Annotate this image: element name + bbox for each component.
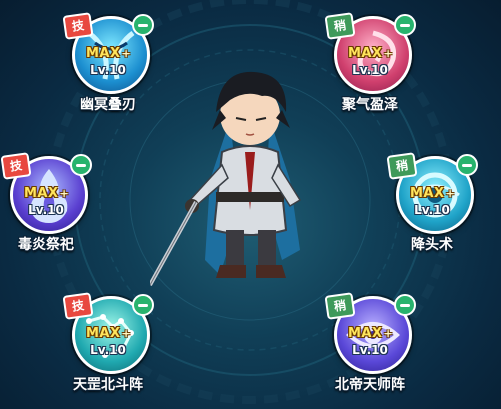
skill-level: Lv.10 <box>414 203 450 217</box>
skill-level: Lv.10 <box>352 343 388 357</box>
remove-skill-button[interactable] <box>132 14 154 36</box>
skill-screen: 技 MAX+ Lv.10 幽冥叠刃 稍 MAX+ Lv.10 聚气盈泽 技 MA… <box>0 0 501 409</box>
max-badge: MAX+ <box>348 46 394 61</box>
max-badge: MAX+ <box>410 186 456 201</box>
skill-level: Lv.10 <box>90 343 126 357</box>
remove-skill-button[interactable] <box>70 154 92 176</box>
skill-type-tag: 技 <box>62 292 94 320</box>
skill-slot[interactable]: 技 MAX+ Lv.10 天罡北斗阵 <box>62 290 164 400</box>
skill-name: 天罡北斗阵 <box>73 377 143 393</box>
skill-level: Lv.10 <box>352 63 388 77</box>
remove-skill-button[interactable] <box>456 154 478 176</box>
skill-name: 聚气盈泽 <box>342 97 398 113</box>
skill-name: 幽冥叠刃 <box>80 97 136 113</box>
skill-type-tag: 技 <box>0 152 32 180</box>
remove-skill-button[interactable] <box>132 294 154 316</box>
skill-slot[interactable]: 稍 MAX+ Lv.10 北帝天师阵 <box>324 290 426 400</box>
skill-type-tag: 稍 <box>386 152 418 180</box>
skill-slot[interactable]: 稍 MAX+ Lv.10 聚气盈泽 <box>324 10 426 120</box>
skill-level: Lv.10 <box>28 203 64 217</box>
max-badge: MAX+ <box>86 326 132 341</box>
max-badge: MAX+ <box>348 326 394 341</box>
skill-slot[interactable]: 技 MAX+ Lv.10 幽冥叠刃 <box>62 10 164 120</box>
skill-name: 北帝天师阵 <box>335 377 405 393</box>
skill-level: Lv.10 <box>90 63 126 77</box>
remove-skill-button[interactable] <box>394 14 416 36</box>
skill-type-tag: 技 <box>62 12 94 40</box>
skill-slot[interactable]: 稍 MAX+ Lv.10 降头术 <box>386 150 488 260</box>
skill-type-tag: 稍 <box>324 12 356 40</box>
max-badge: MAX+ <box>86 46 132 61</box>
skill-slot[interactable]: 技 MAX+ Lv.10 毒炎祭祀 <box>0 150 102 260</box>
remove-skill-button[interactable] <box>394 294 416 316</box>
max-badge: MAX+ <box>24 186 70 201</box>
skill-name: 降头术 <box>411 237 453 253</box>
skill-name: 毒炎祭祀 <box>18 237 74 253</box>
skill-type-tag: 稍 <box>324 292 356 320</box>
